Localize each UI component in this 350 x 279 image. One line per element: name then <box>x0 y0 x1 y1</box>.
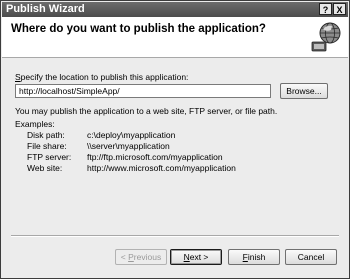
example-web-label: Web site: <box>27 163 63 173</box>
browse-button[interactable]: Browse... <box>280 83 328 99</box>
example-share-value: \\server\myapplication <box>87 141 170 151</box>
location-input-value: http://localhost/SimpleApp/ <box>19 86 120 96</box>
cancel-button[interactable]: Cancel <box>285 249 337 265</box>
cancel-button-label: Cancel <box>297 252 325 262</box>
location-input[interactable]: http://localhost/SimpleApp/ <box>15 84 271 98</box>
browse-button-label: Browse... <box>286 86 322 96</box>
page-heading: Where do you want to publish the applica… <box>11 23 266 35</box>
help-button[interactable]: ? <box>319 3 332 15</box>
next-button[interactable]: Next > <box>170 249 222 265</box>
example-disk-value: c:\deploy\myapplication <box>87 130 176 140</box>
help-icon: ? <box>322 5 329 15</box>
info-text: You may publish the application to a web… <box>15 106 278 116</box>
globe-computer-icon <box>311 22 341 52</box>
wizard-header: Where do you want to publish the applica… <box>2 17 348 58</box>
example-ftp-label: FTP server: <box>27 152 72 162</box>
footer-separator <box>11 235 339 237</box>
window-title: Publish Wizard <box>6 3 85 15</box>
example-web-value: http://www.microsoft.com/myapplication <box>87 163 236 173</box>
example-ftp-value: ftp://ftp.microsoft.com/myapplication <box>87 152 223 162</box>
publish-wizard-window: Publish Wizard ? X Where do you want to … <box>0 0 350 279</box>
example-disk-label: Disk path: <box>27 130 65 140</box>
previous-button[interactable]: < Previous <box>115 249 167 265</box>
finish-button[interactable]: Finish <box>228 249 280 265</box>
close-icon: X <box>336 5 343 15</box>
location-label: Specify the location to publish this app… <box>15 72 189 82</box>
title-bar[interactable]: Publish Wizard ? X <box>2 2 348 17</box>
close-button[interactable]: X <box>333 3 346 15</box>
examples-title: Examples: <box>15 119 55 129</box>
example-share-label: File share: <box>27 141 67 151</box>
